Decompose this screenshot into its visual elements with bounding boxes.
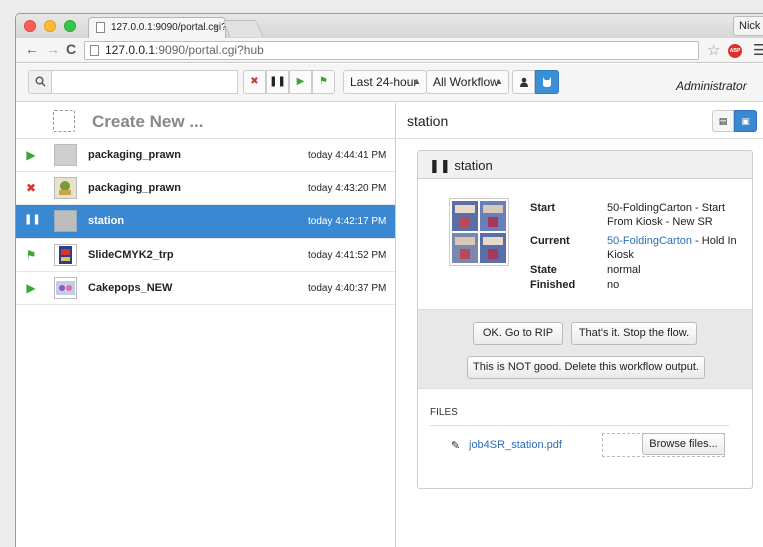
adblock-icon[interactable]: ABP (728, 44, 742, 58)
profile-button[interactable]: Nick (733, 16, 763, 36)
job-time: today 4:40:37 PM (308, 283, 387, 294)
create-new-row[interactable]: Create New ... (16, 103, 395, 139)
time-filter-select[interactable]: Last 24-hour ▲ (343, 70, 427, 94)
job-thumbnail (54, 210, 77, 232)
url-field[interactable]: 127.0.0.1:9090/portal.cgi?hub (84, 41, 699, 60)
close-tab-icon[interactable]: × (213, 18, 219, 37)
zoom-window-button[interactable] (64, 20, 76, 32)
menu-icon[interactable]: ☰ (753, 41, 763, 59)
time-filter-value: Last 24-hour (350, 75, 418, 89)
job-preview-image (449, 198, 509, 266)
file-link[interactable]: job4SR_station.pdf (469, 439, 562, 451)
job-row-selected[interactable]: ❚❚ station today 4:42:17 PM (16, 205, 395, 239)
user-role-label: Administrator (676, 79, 747, 93)
finished-label: Finished (530, 279, 576, 291)
browser-window: 127.0.0.1:9090/portal.cgi? × Nick ← → C … (15, 13, 763, 547)
person-filter-button[interactable] (512, 70, 535, 94)
pencil-icon[interactable]: ✎ (451, 439, 460, 452)
job-row[interactable]: ▶ packaging_prawn today 4:44:41 PM (16, 139, 395, 172)
minimize-window-button[interactable] (44, 20, 56, 32)
state-label: State (530, 264, 557, 276)
url-host: 127.0.0.1 (105, 43, 156, 57)
page-icon (90, 45, 99, 56)
tab-title: 127.0.0.1:9090/portal.cgi? (111, 22, 226, 33)
detail-header: station ▤ ▣ (397, 103, 763, 139)
job-thumbnail (54, 277, 77, 299)
detail-title: station (407, 113, 449, 129)
address-bar: ← → C 127.0.0.1:9090/portal.cgi?hub ☆ AB… (16, 38, 763, 63)
page-icon (96, 22, 105, 33)
url-path: :9090/portal.cgi?hub (155, 43, 264, 57)
new-tab-button[interactable] (222, 20, 264, 37)
stop-flow-button[interactable]: That's it. Stop the flow. (571, 322, 697, 345)
pause-status-icon: ❚❚ (24, 214, 41, 225)
back-icon[interactable]: ← (25, 41, 39, 57)
tab-strip: 127.0.0.1:9090/portal.cgi? × Nick (16, 14, 763, 38)
app-toolbar: ✖ ❚❚ ▶ ⚑ Last 24-hour ▲ All Workflow ▲ A… (16, 64, 763, 102)
workflow-filter-select[interactable]: All Workflow ▲ (426, 70, 509, 94)
delete-output-button[interactable]: This is NOT good. Delete this workflow o… (467, 356, 705, 379)
job-name: Cakepops_NEW (88, 282, 173, 294)
state-value: normal (607, 264, 641, 276)
current-value: 50-FoldingCarton - Hold In Kiosk (607, 234, 752, 262)
flag-status-icon: ⚑ (25, 248, 37, 262)
job-thumbnail (54, 244, 77, 266)
job-name: SlideCMYK2_trp (88, 249, 174, 261)
delete-job-button[interactable]: ✖ (243, 70, 266, 94)
play-job-button[interactable]: ▶ (289, 70, 312, 94)
card-title: ❚❚ station (429, 158, 493, 174)
job-row[interactable]: ▶ Cakepops_NEW today 4:40:37 PM (16, 272, 395, 305)
action-area: OK. Go to RIP That's it. Stop the flow. … (418, 309, 752, 389)
create-new-label: Create New ... (92, 112, 204, 131)
bookmark-star-icon[interactable]: ☆ (707, 41, 720, 59)
list-view-icon[interactable]: ▤ (712, 110, 734, 132)
pause-job-button[interactable]: ❚❚ (266, 70, 289, 94)
start-value: 50-FoldingCarton - Start From Kiosk - Ne… (607, 202, 725, 228)
image-view-icon[interactable]: ▣ (734, 110, 757, 132)
card-header: ❚❚ station (418, 151, 752, 179)
job-name: packaging_prawn (88, 182, 181, 194)
files-label: FILES (430, 407, 458, 418)
divider (430, 425, 729, 426)
reload-icon[interactable]: C (66, 41, 76, 57)
job-list-panel: Create New ... ▶ packaging_prawn today 4… (16, 103, 396, 547)
play-status-icon: ▶ (26, 281, 36, 295)
browse-files-button[interactable]: Browse files... (642, 433, 725, 455)
job-time: today 4:43:20 PM (308, 183, 387, 194)
close-window-button[interactable] (24, 20, 36, 32)
job-thumbnail (54, 144, 77, 166)
job-time: today 4:44:41 PM (308, 150, 387, 161)
job-thumbnail (54, 177, 77, 199)
go-to-rip-button[interactable]: OK. Go to RIP (473, 322, 563, 345)
pause-icon: ❚❚ (429, 158, 451, 173)
play-status-icon: ▶ (26, 148, 36, 162)
workflow-filter-value: All Workflow (433, 75, 499, 89)
job-time: today 4:41:52 PM (308, 250, 387, 261)
search-input[interactable] (52, 70, 238, 94)
search-icon (28, 70, 52, 94)
create-placeholder-icon (53, 110, 75, 132)
card-title-text: station (454, 158, 493, 173)
current-label: Current (530, 235, 570, 247)
job-detail-panel: station ▤ ▣ ❚❚ station Start 50-FoldingC… (397, 103, 763, 547)
select-caret-icon: ▲ (413, 77, 421, 86)
start-label: Start (530, 202, 556, 214)
browser-tab[interactable]: 127.0.0.1:9090/portal.cgi? × (88, 17, 226, 38)
job-row[interactable]: ⚑ SlideCMYK2_trp today 4:41:52 PM (16, 239, 395, 272)
group-filter-button[interactable] (535, 70, 559, 94)
job-time: today 4:42:17 PM (308, 216, 387, 227)
job-row[interactable]: ✖ packaging_prawn today 4:43:20 PM (16, 172, 395, 205)
forward-icon[interactable]: → (46, 41, 60, 57)
finished-value: no (607, 279, 620, 291)
error-status-icon: ✖ (25, 181, 37, 195)
job-info-card: ❚❚ station Start 50-FoldingCarton - Star… (417, 150, 753, 489)
select-caret-icon: ▲ (495, 77, 503, 86)
current-workflow-link[interactable]: 50-FoldingCarton (607, 235, 692, 247)
job-name: station (88, 215, 125, 227)
flag-job-button[interactable]: ⚑ (312, 70, 335, 94)
job-name: packaging_prawn (88, 149, 181, 161)
